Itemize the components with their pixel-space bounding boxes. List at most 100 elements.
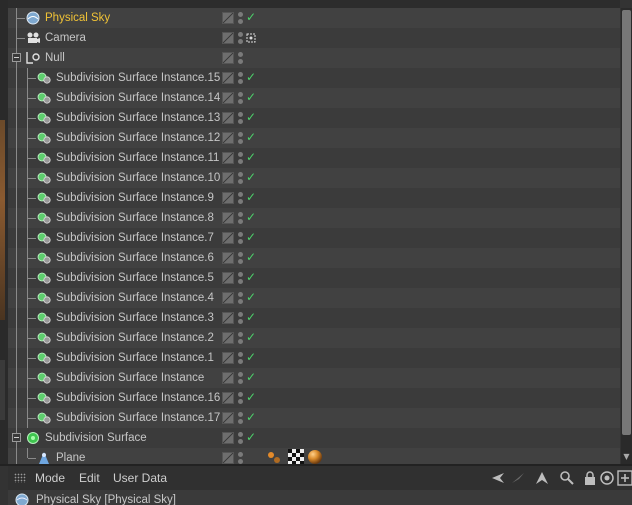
layer-icon[interactable] <box>222 132 234 144</box>
object-name[interactable]: Subdivision Surface Instance.13 <box>56 111 220 125</box>
enabled-check-icon[interactable]: ✓ <box>246 430 256 444</box>
visibility-dots-icon[interactable] <box>238 151 244 165</box>
visibility-dots-icon[interactable] <box>238 331 244 345</box>
object-name[interactable]: Subdivision Surface Instance.5 <box>56 271 214 285</box>
layer-icon[interactable] <box>222 412 234 424</box>
visibility-dots-icon[interactable] <box>238 191 244 205</box>
object-name[interactable]: Subdivision Surface Instance <box>56 371 204 385</box>
layer-icon[interactable] <box>222 212 234 224</box>
expand-collapse-icon[interactable] <box>12 433 21 442</box>
object-name[interactable]: Subdivision Surface Instance.12 <box>56 131 220 145</box>
object-name[interactable]: Subdivision Surface Instance.2 <box>56 331 214 345</box>
enabled-check-icon[interactable]: ✓ <box>246 70 256 84</box>
tree-row[interactable]: Subdivision Surface Instance.1 ✓ <box>8 348 620 368</box>
tree-row[interactable]: Physical Sky ✓ <box>8 8 620 28</box>
object-name[interactable]: Subdivision Surface Instance.8 <box>56 211 214 225</box>
row-name-cell[interactable]: Subdivision Surface Instance.13 <box>8 108 220 128</box>
forward-arrow-icon[interactable] <box>510 470 526 486</box>
menu-edit[interactable]: Edit <box>79 471 100 485</box>
layer-icon[interactable] <box>222 372 234 384</box>
object-name[interactable]: Subdivision Surface Instance.16 <box>56 391 220 405</box>
row-name-cell[interactable]: Null <box>8 48 218 68</box>
visibility-dots-icon[interactable] <box>238 171 244 185</box>
object-manager-tree[interactable]: Physical Sky ✓ Camera Null Subdivision Surfa… <box>8 8 620 464</box>
tree-row[interactable]: Subdivision Surface ✓ <box>8 428 620 448</box>
object-name[interactable]: Subdivision Surface <box>45 431 147 445</box>
enabled-check-icon[interactable]: ✓ <box>246 310 256 324</box>
enabled-check-icon[interactable]: ✓ <box>246 370 256 384</box>
visibility-dots-icon[interactable] <box>238 111 244 125</box>
menu-mode[interactable]: Mode <box>35 471 65 485</box>
object-name[interactable]: Null <box>45 51 65 65</box>
visibility-dots-icon[interactable] <box>238 71 244 85</box>
visibility-dots-icon[interactable] <box>238 291 244 305</box>
object-name[interactable]: Subdivision Surface Instance.10 <box>56 171 220 185</box>
layer-icon[interactable] <box>222 392 234 404</box>
visibility-dots-icon[interactable] <box>238 11 244 25</box>
row-name-cell[interactable]: Subdivision Surface Instance.1 <box>8 348 218 368</box>
object-name[interactable]: Subdivision Surface Instance.7 <box>56 231 214 245</box>
tree-row[interactable]: Subdivision Surface Instance.8 ✓ <box>8 208 620 228</box>
layer-icon[interactable] <box>222 12 234 24</box>
enabled-check-icon[interactable]: ✓ <box>246 270 256 284</box>
grip-icon[interactable] <box>14 473 26 483</box>
object-name[interactable]: Physical Sky <box>45 11 110 25</box>
tree-row[interactable]: Subdivision Surface Instance.5 ✓ <box>8 268 620 288</box>
visibility-dots-icon[interactable] <box>238 131 244 145</box>
visibility-dots-icon[interactable] <box>238 411 244 425</box>
visibility-dots-icon[interactable] <box>238 251 244 265</box>
row-name-cell[interactable]: Subdivision Surface Instance.9 <box>8 188 218 208</box>
visibility-dots-icon[interactable] <box>238 231 244 245</box>
row-name-cell[interactable]: Subdivision Surface Instance.5 <box>8 268 218 288</box>
new-panel-icon[interactable] <box>617 470 632 486</box>
enabled-check-icon[interactable]: ✓ <box>246 290 256 304</box>
material-sphere-icon[interactable] <box>307 449 323 464</box>
row-name-cell[interactable]: Subdivision Surface Instance.7 <box>8 228 218 248</box>
layer-icon[interactable] <box>222 452 234 464</box>
checker-material-icon[interactable] <box>288 449 304 464</box>
row-name-cell[interactable]: Subdivision Surface Instance.3 <box>8 308 218 328</box>
row-name-cell[interactable]: Subdivision Surface Instance.15 <box>8 68 220 88</box>
enabled-check-icon[interactable]: ✓ <box>246 390 256 404</box>
layer-icon[interactable] <box>222 272 234 284</box>
layer-icon[interactable] <box>222 72 234 84</box>
object-name[interactable]: Subdivision Surface Instance.14 <box>56 91 220 105</box>
tree-row[interactable]: Subdivision Surface Instance.7 ✓ <box>8 228 620 248</box>
menu-user-data[interactable]: User Data <box>113 471 167 485</box>
object-name[interactable]: Subdivision Surface Instance.4 <box>56 291 214 305</box>
tree-row[interactable]: Camera <box>8 28 620 48</box>
enabled-check-icon[interactable]: ✓ <box>246 110 256 124</box>
layer-icon[interactable] <box>222 192 234 204</box>
row-name-cell[interactable]: Subdivision Surface Instance.11 <box>8 148 219 168</box>
layer-icon[interactable] <box>222 52 234 64</box>
scroll-down-arrow-icon[interactable]: ▼ <box>622 452 631 461</box>
visibility-dots-icon[interactable] <box>238 351 244 365</box>
tree-row[interactable]: Plane <box>8 448 620 464</box>
tree-row[interactable]: Subdivision Surface Instance.10 ✓ <box>8 168 620 188</box>
enabled-check-icon[interactable]: ✓ <box>246 130 256 144</box>
layer-icon[interactable] <box>222 352 234 364</box>
layer-icon[interactable] <box>222 92 234 104</box>
layer-icon[interactable] <box>222 152 234 164</box>
row-name-cell[interactable]: Subdivision Surface Instance.8 <box>8 208 218 228</box>
up-arrow-icon[interactable] <box>534 470 550 486</box>
enabled-check-icon[interactable]: ✓ <box>246 10 256 24</box>
tree-row[interactable]: Subdivision Surface Instance.3 ✓ <box>8 308 620 328</box>
visibility-dots-icon[interactable] <box>238 451 244 464</box>
row-name-cell[interactable]: Subdivision Surface Instance.2 <box>8 328 218 348</box>
tree-row[interactable]: Subdivision Surface Instance.2 ✓ <box>8 328 620 348</box>
tree-row[interactable]: Subdivision Surface Instance.9 ✓ <box>8 188 620 208</box>
object-name[interactable]: Camera <box>45 31 86 45</box>
enabled-check-icon[interactable]: ✓ <box>246 410 256 424</box>
tree-row[interactable]: Subdivision Surface Instance.17 ✓ <box>8 408 620 428</box>
expand-collapse-icon[interactable] <box>12 53 21 62</box>
tag-area[interactable] <box>258 448 620 464</box>
enabled-check-icon[interactable]: ✓ <box>246 250 256 264</box>
row-name-cell[interactable]: Subdivision Surface Instance <box>8 368 218 388</box>
layer-icon[interactable] <box>222 252 234 264</box>
enabled-check-icon[interactable]: ✓ <box>246 230 256 244</box>
visibility-dots-icon[interactable] <box>238 91 244 105</box>
layer-icon[interactable] <box>222 232 234 244</box>
visibility-dots-icon[interactable] <box>238 51 244 65</box>
layer-icon[interactable] <box>222 332 234 344</box>
